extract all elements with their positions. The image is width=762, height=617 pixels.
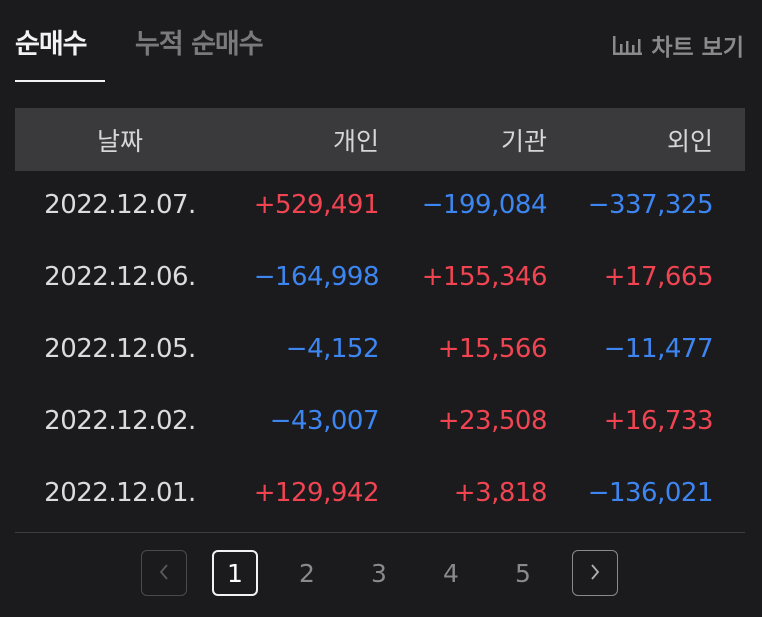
active-tab-indicator xyxy=(15,80,105,82)
table-row: 2022.12.07. +529,491 −199,084 −337,325 xyxy=(15,171,745,243)
page-3-button[interactable]: 3 xyxy=(356,550,402,596)
tab-net-buy[interactable]: 순매수 xyxy=(15,22,88,61)
cell-institution: −199,084 xyxy=(421,190,548,220)
header-foreign: 외인 xyxy=(666,127,713,156)
cell-foreign: −11,477 xyxy=(603,334,714,364)
table-row: 2022.12.06. −164,998 +155,346 +17,665 xyxy=(15,243,745,315)
investor-net-buy-panel: 순매수 누적 순매수 차트 보기 날짜 개인 기관 외인 2022.12.07.… xyxy=(0,0,762,617)
table-row: 2022.12.05. −4,152 +15,566 −11,477 xyxy=(15,315,745,387)
cell-date: 2022.12.01. xyxy=(44,478,196,508)
page-4-button[interactable]: 4 xyxy=(428,550,474,596)
cell-foreign: +16,733 xyxy=(603,406,714,436)
header-institution: 기관 xyxy=(500,127,547,156)
cell-foreign: +17,665 xyxy=(603,262,714,292)
cell-institution: +15,566 xyxy=(437,334,548,364)
cell-institution: +155,346 xyxy=(421,262,548,292)
net-buy-table: 날짜 개인 기관 외인 2022.12.07. +529,491 −199,08… xyxy=(15,108,745,531)
cell-individual: +129,942 xyxy=(253,478,380,508)
cell-individual: −4,152 xyxy=(285,334,380,364)
bar-chart-icon xyxy=(611,33,643,57)
page-2-button[interactable]: 2 xyxy=(284,550,330,596)
tab-cumulative-net-buy[interactable]: 누적 순매수 xyxy=(135,22,264,61)
prev-page-button[interactable] xyxy=(141,550,187,596)
cell-individual: −43,007 xyxy=(269,406,380,436)
header-individual: 개인 xyxy=(332,127,379,156)
view-chart-label: 차트 보기 xyxy=(651,35,744,61)
cell-institution: +3,818 xyxy=(453,478,548,508)
cell-date: 2022.12.07. xyxy=(44,190,196,220)
cell-date: 2022.12.05. xyxy=(44,334,196,364)
cell-individual: +529,491 xyxy=(253,190,380,220)
cell-individual: −164,998 xyxy=(253,262,380,292)
cell-date: 2022.12.02. xyxy=(44,406,196,436)
view-chart-button[interactable]: 차트 보기 xyxy=(611,28,744,62)
page-1-button[interactable]: 1 xyxy=(212,550,258,596)
cell-date: 2022.12.06. xyxy=(44,262,196,292)
tab-bar: 순매수 누적 순매수 차트 보기 xyxy=(15,22,744,82)
pagination: 1 2 3 4 5 xyxy=(0,550,762,598)
table-row: 2022.12.02. −43,007 +23,508 +16,733 xyxy=(15,387,745,459)
table-header: 날짜 개인 기관 외인 xyxy=(15,108,745,171)
chevron-right-icon xyxy=(588,559,602,588)
cell-institution: +23,508 xyxy=(437,406,548,436)
page-5-button[interactable]: 5 xyxy=(500,550,546,596)
header-date: 날짜 xyxy=(96,127,143,156)
table-row: 2022.12.01. +129,942 +3,818 −136,021 xyxy=(15,459,745,531)
next-page-button[interactable] xyxy=(572,550,618,596)
table-divider xyxy=(15,532,745,533)
cell-foreign: −136,021 xyxy=(587,478,714,508)
cell-foreign: −337,325 xyxy=(587,190,714,220)
chevron-left-icon xyxy=(157,559,171,588)
